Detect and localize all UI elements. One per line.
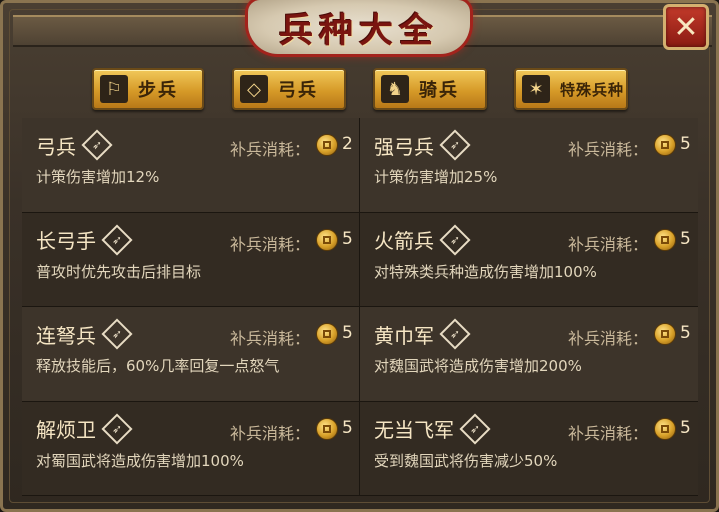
bow-icon: ➶	[439, 129, 471, 161]
unit-description: 对蜀国武将造成伤害增加100%	[36, 451, 244, 470]
coin-icon	[316, 134, 338, 156]
unit-description: 普攻时优先攻击后排目标	[36, 262, 202, 281]
unit-card[interactable]: 解烦卫 ➶ 补兵消耗： 5 对蜀国武将造成伤害增加100%	[22, 401, 360, 496]
unit-description: 对魏国武将造成伤害增加200%	[374, 357, 582, 375]
coin-icon	[654, 417, 676, 440]
bow-icon: ➶	[439, 318, 471, 350]
unit-description: 释放技能后，60%几率回复一点怒气	[36, 357, 280, 375]
cost-label: 补兵消耗：	[568, 234, 649, 254]
bow-icon: ➶	[439, 223, 471, 256]
unit-grid: 弓兵 ➶ 补兵消耗： 2 计策伤害增加12% 强弓兵 ➶ 补兵消耗： 5 计策伤…	[22, 118, 698, 496]
cost-value: 5	[680, 228, 691, 249]
tab-archer[interactable]: ◇ 弓兵	[232, 68, 346, 110]
boot-icon: ⚐	[100, 75, 128, 103]
coin-icon	[316, 417, 338, 440]
bow-icon: ➶	[101, 412, 133, 445]
unit-card[interactable]: 长弓手 ➶ 补兵消耗： 5 普攻时优先攻击后排目标	[22, 212, 360, 307]
unit-description: 计策伤害增加25%	[374, 168, 498, 186]
unit-card[interactable]: 连弩兵 ➶ 补兵消耗： 5 释放技能后，60%几率回复一点怒气	[22, 307, 360, 402]
unit-card[interactable]: 强弓兵 ➶ 补兵消耗： 5 计策伤害增加25%	[360, 118, 698, 213]
cost-value: 5	[342, 417, 353, 438]
coin-icon	[654, 228, 676, 251]
close-button[interactable]: ✕	[663, 4, 709, 50]
cost-label: 补兵消耗：	[230, 329, 311, 348]
coin-icon	[316, 228, 338, 251]
unit-card[interactable]: 无当飞军 ➶ 补兵消耗： 5 受到魏国武将伤害减少50%	[360, 401, 698, 496]
cost-value: 5	[680, 134, 691, 154]
unit-name: 解烦卫	[36, 418, 96, 442]
unit-card[interactable]: 黄巾军 ➶ 补兵消耗： 5 对魏国武将造成伤害增加200%	[360, 307, 698, 402]
cost-value: 5	[680, 417, 691, 438]
unit-name: 黄巾军	[374, 323, 434, 348]
bow-icon: ➶	[459, 412, 491, 445]
unit-name: 长弓手	[36, 229, 96, 253]
star-icon: ✶	[522, 75, 550, 103]
tab-cavalry[interactable]: ♞ 骑兵	[373, 68, 487, 110]
unit-name: 火箭兵	[374, 229, 434, 253]
bow-icon: ➶	[81, 129, 113, 161]
unit-name: 强弓兵	[374, 134, 434, 159]
category-tabs: ⚐ 步兵 ◇ 弓兵 ♞ 骑兵 ✶ 特殊兵种	[0, 68, 719, 112]
unit-card[interactable]: 火箭兵 ➶ 补兵消耗： 5 对特殊类兵种造成伤害增加100%	[360, 212, 698, 307]
tab-infantry[interactable]: ⚐ 步兵	[92, 68, 204, 110]
cost-label: 补兵消耗：	[568, 140, 649, 159]
unit-description: 对特殊类兵种造成伤害增加100%	[374, 262, 597, 281]
tab-label: 步兵	[138, 80, 178, 101]
title-banner: 兵种大全	[248, 0, 470, 54]
cost-label: 补兵消耗：	[230, 234, 311, 254]
cost-label: 补兵消耗：	[568, 423, 649, 443]
unit-description: 计策伤害增加12%	[36, 168, 160, 186]
bow-icon: ➶	[101, 223, 133, 256]
unit-description: 受到魏国武将伤害减少50%	[374, 451, 558, 470]
tab-label: 弓兵	[278, 80, 318, 101]
unit-card[interactable]: 弓兵 ➶ 补兵消耗： 2 计策伤害增加12%	[22, 118, 360, 213]
tab-label: 骑兵	[419, 80, 459, 101]
coin-icon	[654, 323, 676, 345]
tab-special[interactable]: ✶ 特殊兵种	[514, 68, 628, 110]
tab-label: 特殊兵种	[560, 80, 625, 99]
close-icon: ✕	[673, 9, 699, 45]
cost-value: 2	[342, 134, 353, 154]
unit-name: 弓兵	[36, 134, 76, 159]
unit-name: 无当飞军	[374, 418, 454, 442]
unit-name: 连弩兵	[36, 323, 96, 348]
cost-label: 补兵消耗：	[568, 329, 649, 348]
coin-icon	[316, 323, 338, 345]
cost-value: 5	[680, 323, 691, 343]
cost-value: 5	[342, 323, 353, 343]
bow-icon: ◇	[240, 75, 268, 103]
dialog-title: 兵种大全	[279, 10, 439, 51]
cost-value: 5	[342, 228, 353, 249]
cost-label: 补兵消耗：	[230, 423, 311, 443]
horse-icon: ♞	[381, 75, 409, 103]
bow-icon: ➶	[101, 318, 133, 350]
coin-icon	[654, 134, 676, 156]
cost-label: 补兵消耗：	[230, 140, 311, 159]
